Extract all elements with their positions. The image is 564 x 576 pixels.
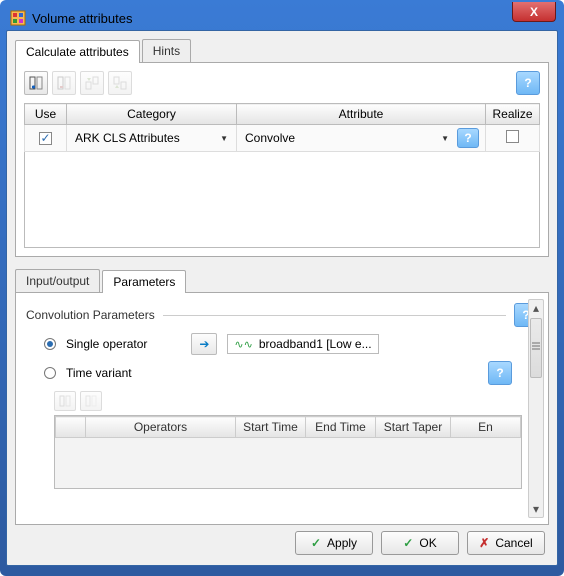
chevron-down-icon: ▼ [220,134,228,143]
x-icon: ✗ [479,536,489,550]
ops-col-blank[interactable] [56,417,86,438]
main-tabs: Calculate attributes Hints [15,39,549,63]
window-frame: Volume attributes X Calculate attributes… [0,0,564,576]
attributes-table: Use Category Attribute Realize ✓ ARK CLS [24,103,540,152]
ops-add-button[interactable] [54,391,76,411]
pick-operator-button[interactable]: ➔ [191,333,217,355]
attribute-help-button[interactable]: ? [457,128,479,148]
waveform-icon: ∿∿ [234,338,252,351]
table-row: ✓ ARK CLS Attributes ▼ Convolve [25,125,540,152]
operators-table: Operators Start Time End Time Start Tape… [54,415,522,489]
chevron-up-icon: ▴ [533,301,539,315]
time-variant-help-button[interactable]: ? [488,361,512,385]
parameters-panel: Convolution Parameters ? Single operator… [15,293,549,525]
cancel-label: Cancel [495,536,532,550]
col-use[interactable]: Use [25,104,67,125]
tab-label: Calculate attributes [26,45,129,59]
add-column-icon [29,76,43,90]
operator-display[interactable]: ∿∿ broadband1 [Low e... [227,334,378,354]
apply-label: Apply [327,536,357,550]
tab-parameters[interactable]: Parameters [102,270,186,293]
scroll-down-arrow[interactable]: ▾ [529,501,543,517]
add-column-icon [59,395,71,407]
ops-col-end-taper[interactable]: En [451,417,521,438]
col-category[interactable]: Category [67,104,237,125]
tab-calculate-attributes[interactable]: Calculate attributes [15,40,140,63]
app-icon [10,10,26,26]
operator-name: broadband1 [Low e... [259,337,372,351]
help-button[interactable]: ? [516,71,540,95]
close-icon: X [530,5,538,19]
check-icon: ✓ [403,536,413,550]
grip-line [532,348,540,350]
group-title: Convolution Parameters [26,308,155,322]
help-icon: ? [496,366,503,380]
remove-column-icon [85,395,97,407]
scroll-up-arrow[interactable]: ▴ [529,300,543,316]
attribute-value: Convolve [245,131,295,145]
help-icon: ? [464,131,471,145]
remove-row-button[interactable] [52,71,76,95]
single-operator-label: Single operator [66,337,147,351]
attribute-dropdown[interactable]: Convolve ▼ [243,131,451,145]
time-variant-label: Time variant [66,366,132,380]
move-down-button[interactable] [108,71,132,95]
close-button[interactable]: X [512,2,556,22]
single-operator-radio[interactable] [44,338,56,350]
titlebar[interactable]: Volume attributes X [6,6,558,30]
chevron-down-icon: ▼ [441,134,449,143]
operators-toolbar [54,391,538,411]
client-area: Calculate attributes Hints ? Use Categor… [6,30,558,566]
table-header-row: Use Category Attribute Realize [25,104,540,125]
move-down-icon [113,76,127,90]
tab-label: Hints [153,44,180,58]
use-checkbox[interactable]: ✓ [39,132,52,145]
help-icon: ? [524,76,531,90]
ok-button[interactable]: ✓ OK [381,531,459,555]
attributes-table-body [24,152,540,248]
calculate-panel: ? Use Category Attribute Realize ✓ [15,63,549,257]
time-variant-radio[interactable] [44,367,56,379]
chevron-down-icon: ▾ [533,502,539,516]
ops-col-start-time[interactable]: Start Time [236,417,306,438]
add-row-button[interactable] [24,71,48,95]
arrow-right-icon: ➔ [199,337,209,351]
ok-label: OK [419,536,436,550]
move-up-icon [85,76,99,90]
move-up-button[interactable] [80,71,104,95]
tab-input-output[interactable]: Input/output [15,269,100,292]
divider [163,315,506,316]
grip-line [532,345,540,347]
ops-col-end-time[interactable]: End Time [306,417,376,438]
tab-hints[interactable]: Hints [142,39,191,62]
dialog-buttons: ✓ Apply ✓ OK ✗ Cancel [295,531,545,555]
single-operator-row: Single operator ➔ ∿∿ broadband1 [Low e..… [44,333,538,355]
scroll-thumb[interactable] [530,318,542,378]
grid-toolbar: ? [24,71,540,95]
tab-label: Parameters [113,275,175,289]
ops-remove-button[interactable] [80,391,102,411]
grip-line [532,342,540,344]
tab-label: Input/output [26,274,89,288]
ops-col-operators[interactable]: Operators [86,417,236,438]
window-title: Volume attributes [32,11,132,26]
category-value: ARK CLS Attributes [75,131,180,145]
col-realize[interactable]: Realize [486,104,540,125]
panel-scrollbar[interactable]: ▴ ▾ [528,299,544,518]
remove-column-icon [57,76,71,90]
realize-checkbox[interactable] [506,130,519,143]
check-icon: ✓ [311,536,321,550]
cancel-button[interactable]: ✗ Cancel [467,531,545,555]
category-dropdown[interactable]: ARK CLS Attributes ▼ [73,131,230,145]
convolution-group-label: Convolution Parameters ? [26,303,538,327]
apply-button[interactable]: ✓ Apply [295,531,373,555]
time-variant-row: Time variant ? [44,361,538,385]
col-attribute[interactable]: Attribute [237,104,486,125]
ops-header-row: Operators Start Time End Time Start Tape… [56,417,521,438]
ops-col-start-taper[interactable]: Start Taper [376,417,451,438]
sub-tabs: Input/output Parameters [15,269,549,293]
